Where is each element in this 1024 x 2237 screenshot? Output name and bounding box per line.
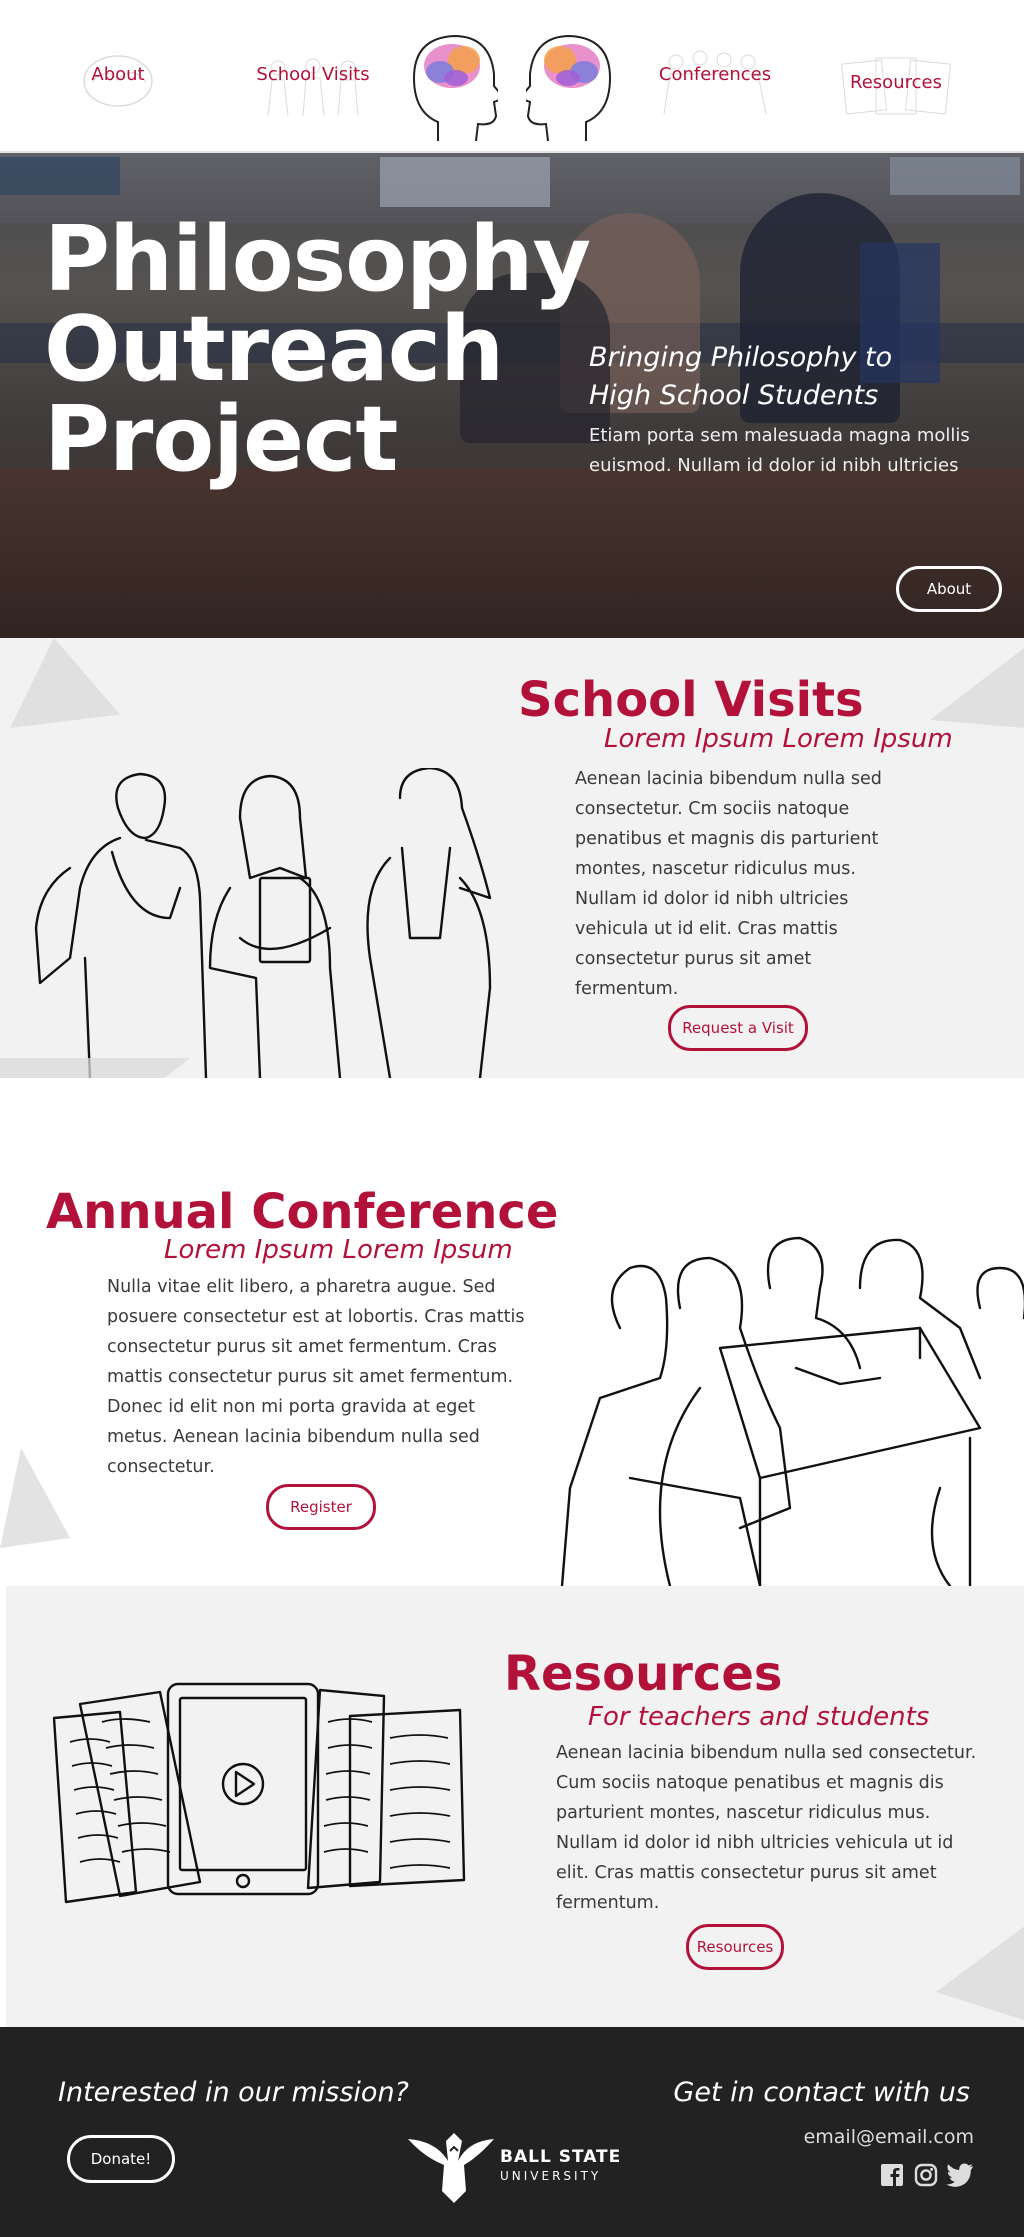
hero-banner: Philosophy Outreach Project Bringing Phi… (0, 153, 1024, 638)
hero-subtitle-line: High School Students (589, 380, 879, 411)
resources-subtitle: For teachers and students (588, 1702, 930, 1732)
hero-title-line: Outreach (44, 297, 504, 402)
instagram-icon[interactable] (914, 2163, 938, 2187)
hero-description: Etiam porta sem malesuada magna mollis e… (589, 425, 970, 476)
footer: Interested in our mission? Donate! BALL … (0, 2027, 1024, 2237)
contact-email-link[interactable]: email@email.com (804, 2126, 974, 2148)
decor-triangle (10, 638, 120, 728)
logo-line1: BALL STATE (500, 2147, 622, 2167)
top-navigation: About School Visits Conferences Resource… (0, 0, 1024, 153)
request-visit-button[interactable]: Request a Visit (668, 1005, 808, 1051)
hero-title: Philosophy Outreach Project (44, 207, 591, 492)
hero-subtitle: Bringing Philosophy to High School Stude… (589, 339, 989, 415)
facebook-icon[interactable] (880, 2163, 904, 2187)
school-visits-subtitle: Lorem Ipsum Lorem Ipsum (604, 724, 953, 754)
students-illustration (34, 768, 492, 1078)
conference-subtitle: Lorem Ipsum Lorem Ipsum (164, 1235, 513, 1265)
resources-body: Aenean lacinia bibendum nulla sed consec… (556, 1743, 977, 1913)
conference-illustration (560, 1236, 1024, 1586)
decor-triangle (0, 1448, 70, 1548)
nav-school-visits-link[interactable]: School Visits (256, 64, 370, 85)
tablet-documents-illustration (52, 1682, 466, 1904)
nav-conferences-link[interactable]: Conferences (656, 64, 774, 85)
twitter-icon[interactable] (946, 2163, 974, 2187)
hero-subtitle-line: Bringing Philosophy to (589, 342, 893, 373)
school-visits-section: School Visits Lorem Ipsum Lorem Ipsum Ae… (0, 638, 1024, 1078)
hero-title-line: Philosophy (44, 207, 591, 312)
hero-about-button[interactable]: About (896, 566, 1002, 612)
decor-triangle (936, 1922, 1024, 2022)
footer-contact-heading: Get in contact with us (673, 2077, 970, 2108)
head-left-icon (412, 34, 498, 142)
school-visits-body: Aenean lacinia bibendum nulla sed consec… (575, 769, 882, 999)
page: About School Visits Conferences Resource… (0, 0, 1024, 2237)
nav-about-link[interactable]: About (90, 64, 146, 85)
conference-title: Annual Conference (46, 1184, 559, 1240)
school-visits-title: School Visits (518, 672, 864, 728)
head-right-icon (526, 34, 612, 142)
hero-title-line: Project (44, 387, 398, 492)
logo-line2: UNIVERSITY (500, 2169, 602, 2183)
footer-mission-heading: Interested in our mission? (58, 2077, 409, 2108)
resources-title: Resources (504, 1646, 783, 1702)
cardinal-logo-icon[interactable] (406, 2131, 496, 2205)
resources-section: Resources For teachers and students Aene… (0, 1586, 1024, 2027)
decor-triangle (0, 1058, 190, 1078)
resources-button[interactable]: Resources (686, 1924, 784, 1970)
conference-body: Nulla vitae elit libero, a pharetra augu… (107, 1277, 525, 1477)
annual-conference-section: Annual Conference Lorem Ipsum Lorem Ipsu… (0, 1078, 1024, 1586)
donate-button[interactable]: Donate! (67, 2135, 175, 2183)
register-button[interactable]: Register (266, 1484, 376, 1530)
decor-triangle (930, 648, 1024, 728)
nav-resources-link[interactable]: Resources (848, 72, 944, 93)
